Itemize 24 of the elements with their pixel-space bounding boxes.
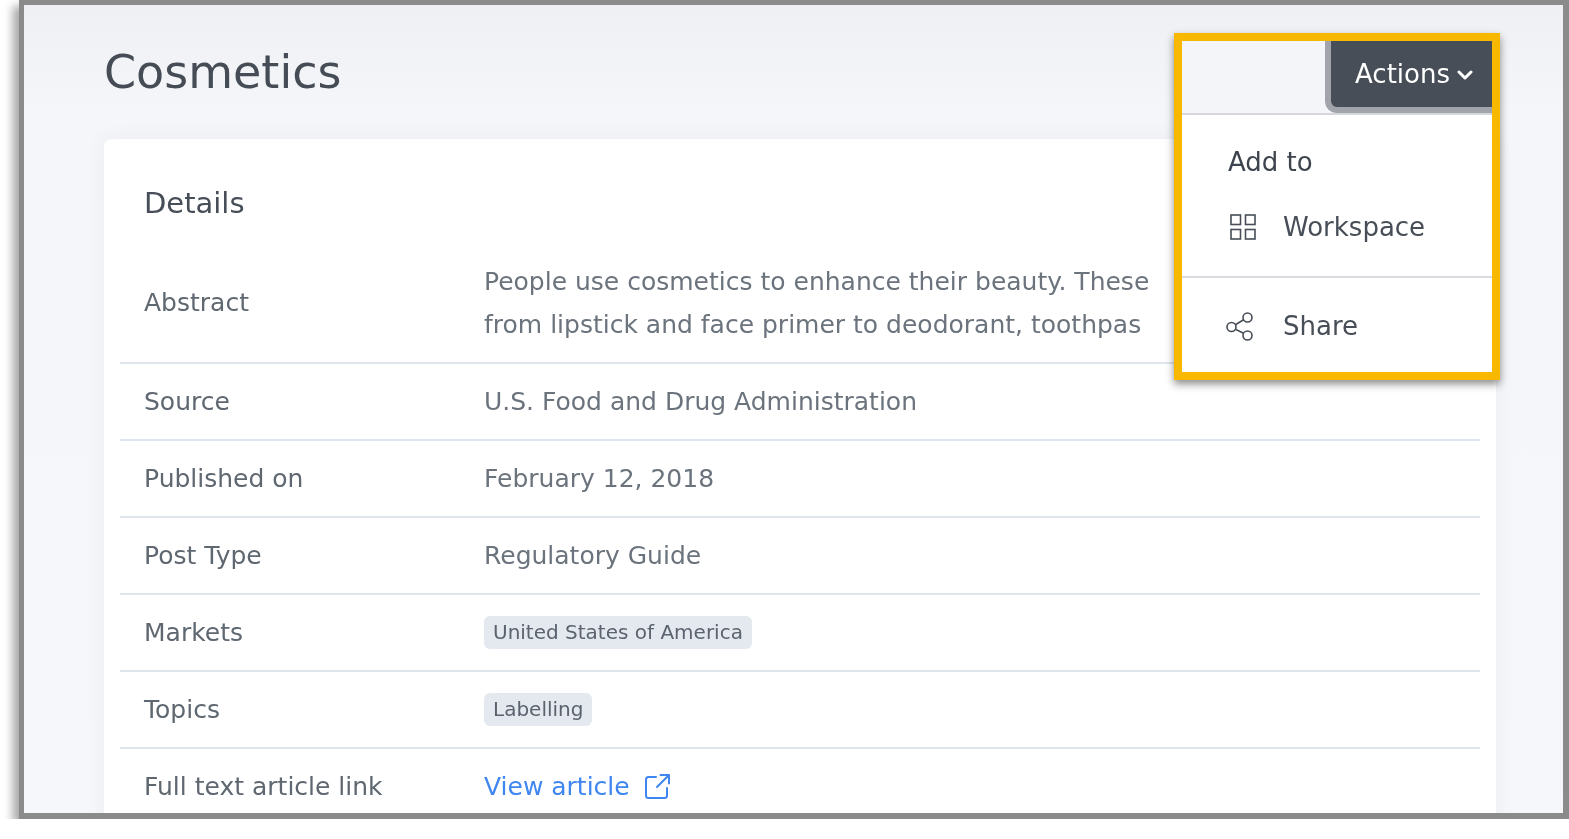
actions-button[interactable]: Actions (1325, 41, 1492, 113)
field-label: Abstract (144, 287, 249, 319)
field-value: U.S. Food and Drug Administration (484, 385, 917, 418)
menu-item[interactable]: Workspace (1226, 210, 1426, 244)
abstract-text: People use cosmetics to enhance their beauty. These from lipstick and face primer to deodorant, toothpas (484, 266, 1150, 341)
field-label: Topics (144, 693, 220, 726)
view-article-link[interactable]: View article (484, 769, 671, 804)
tag-chip: United States of America (484, 616, 752, 649)
menu-item[interactable]: Share (1226, 309, 1359, 343)
grid-icon (1230, 214, 1256, 240)
menu-heading: Add to (1228, 146, 1313, 179)
field-label: Post Type (144, 539, 262, 572)
field-label: Markets (144, 616, 243, 649)
chevron-down-icon (1457, 70, 1473, 80)
field-value: Regulatory Guide (484, 539, 702, 572)
page-title: Cosmetics (104, 44, 342, 100)
share-icon (1226, 311, 1253, 341)
section-heading: Details (144, 186, 245, 220)
field-label: Source (144, 385, 230, 418)
external-link-icon (643, 773, 671, 800)
field-label: Full text article link (144, 770, 383, 803)
tag-chip: Labelling (484, 693, 593, 726)
field-value: February 12, 2018 (484, 462, 715, 495)
field-label: Published on (144, 462, 304, 495)
